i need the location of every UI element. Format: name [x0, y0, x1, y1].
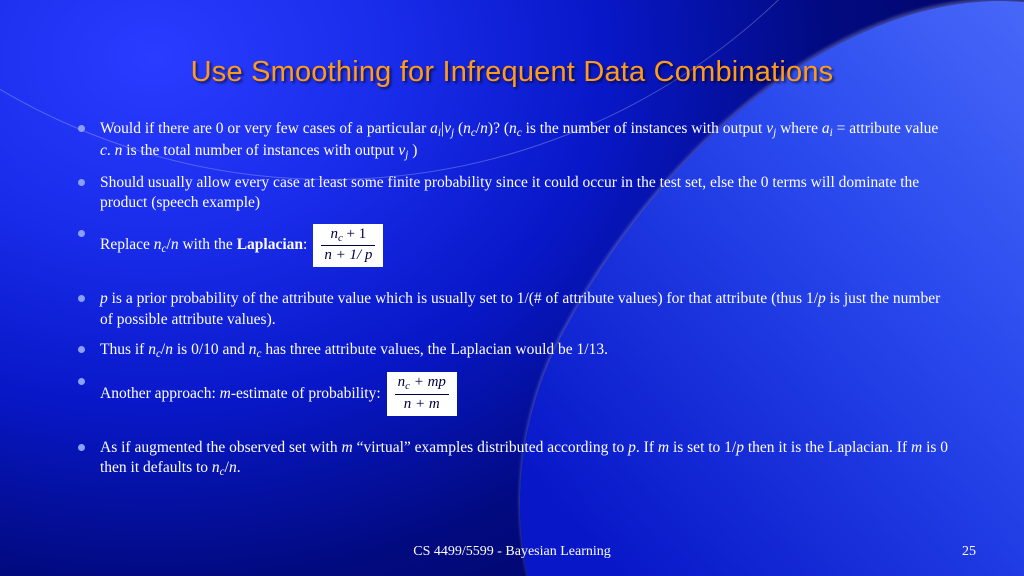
var-n: n [480, 120, 488, 137]
text: then it is the Laplacian. If [744, 439, 911, 456]
text: . [237, 459, 241, 476]
var-nc: nc [463, 120, 476, 137]
lp: ( [454, 120, 463, 137]
var-p: p [100, 290, 108, 307]
bullet-4: p is a prior probability of the attribut… [72, 289, 952, 330]
text: is 0/10 and [173, 341, 249, 358]
bullet-7: As if augmented the observed set with m … [72, 438, 952, 480]
text: . If [636, 439, 658, 456]
var-n4: n [229, 459, 237, 476]
formula-m-estimate: nc + mp n + m [387, 372, 457, 416]
text: ? ( [493, 120, 509, 137]
text: Would if there are 0 or very few cases o… [100, 120, 430, 137]
bullet-list: Would if there are 0 or very few cases o… [72, 119, 952, 480]
text: is set to 1/ [669, 439, 736, 456]
text: As if augmented the observed set with [100, 439, 341, 456]
text: Replace nc/n with the Laplacian: [100, 235, 307, 257]
var-ai: ai [822, 120, 833, 137]
text: has three attribute values, the Laplacia… [261, 341, 607, 358]
var-p2: p [818, 290, 826, 307]
bullet-3: Replace nc/n with the Laplacian: nc + 1 … [72, 224, 952, 268]
var-m: m [341, 439, 352, 456]
var-m2: m [658, 439, 669, 456]
bullet-1: Would if there are 0 or very few cases o… [72, 119, 952, 163]
text: Thus if [100, 341, 148, 358]
text: Another approach: m-estimate of probabil… [100, 384, 381, 404]
text: is the number of instances with output [522, 120, 767, 137]
var-v: vj [444, 120, 454, 137]
footer-page-number: 25 [962, 544, 976, 560]
text: “virtual” examples distributed according… [353, 439, 628, 456]
var-vj2: vj [398, 142, 408, 159]
var-a: ai [430, 120, 441, 137]
var-n3: n [165, 341, 173, 358]
text: is a prior probability of the attribute … [108, 290, 818, 307]
bullet-2: Should usually allow every case at least… [72, 173, 952, 214]
dot: . [107, 142, 115, 159]
formula-laplacian: nc + 1 n + 1/ p [313, 224, 383, 268]
footer-course: CS 4499/5599 - Bayesian Learning [0, 544, 1024, 560]
slide: Use Smoothing for Infrequent Data Combin… [0, 0, 1024, 576]
text: where [776, 120, 822, 137]
var-vj: vj [766, 120, 776, 137]
var-nc4: nc [249, 341, 262, 358]
bullet-6: Another approach: m-estimate of probabil… [72, 372, 952, 416]
var-c: c [100, 142, 107, 159]
var-nc3: nc [148, 341, 161, 358]
text: = attribute value [833, 120, 939, 137]
var-p3: p [628, 439, 636, 456]
var-nc2: nc [509, 120, 522, 137]
var-nc5: nc [212, 459, 225, 476]
text: ) [408, 142, 417, 159]
text: is the total number of instances with ou… [122, 142, 398, 159]
var-p4: p [736, 439, 744, 456]
bullet-5: Thus if nc/n is 0/10 and nc has three at… [72, 340, 952, 362]
slide-title: Use Smoothing for Infrequent Data Combin… [72, 56, 952, 89]
var-m3: m [911, 439, 922, 456]
